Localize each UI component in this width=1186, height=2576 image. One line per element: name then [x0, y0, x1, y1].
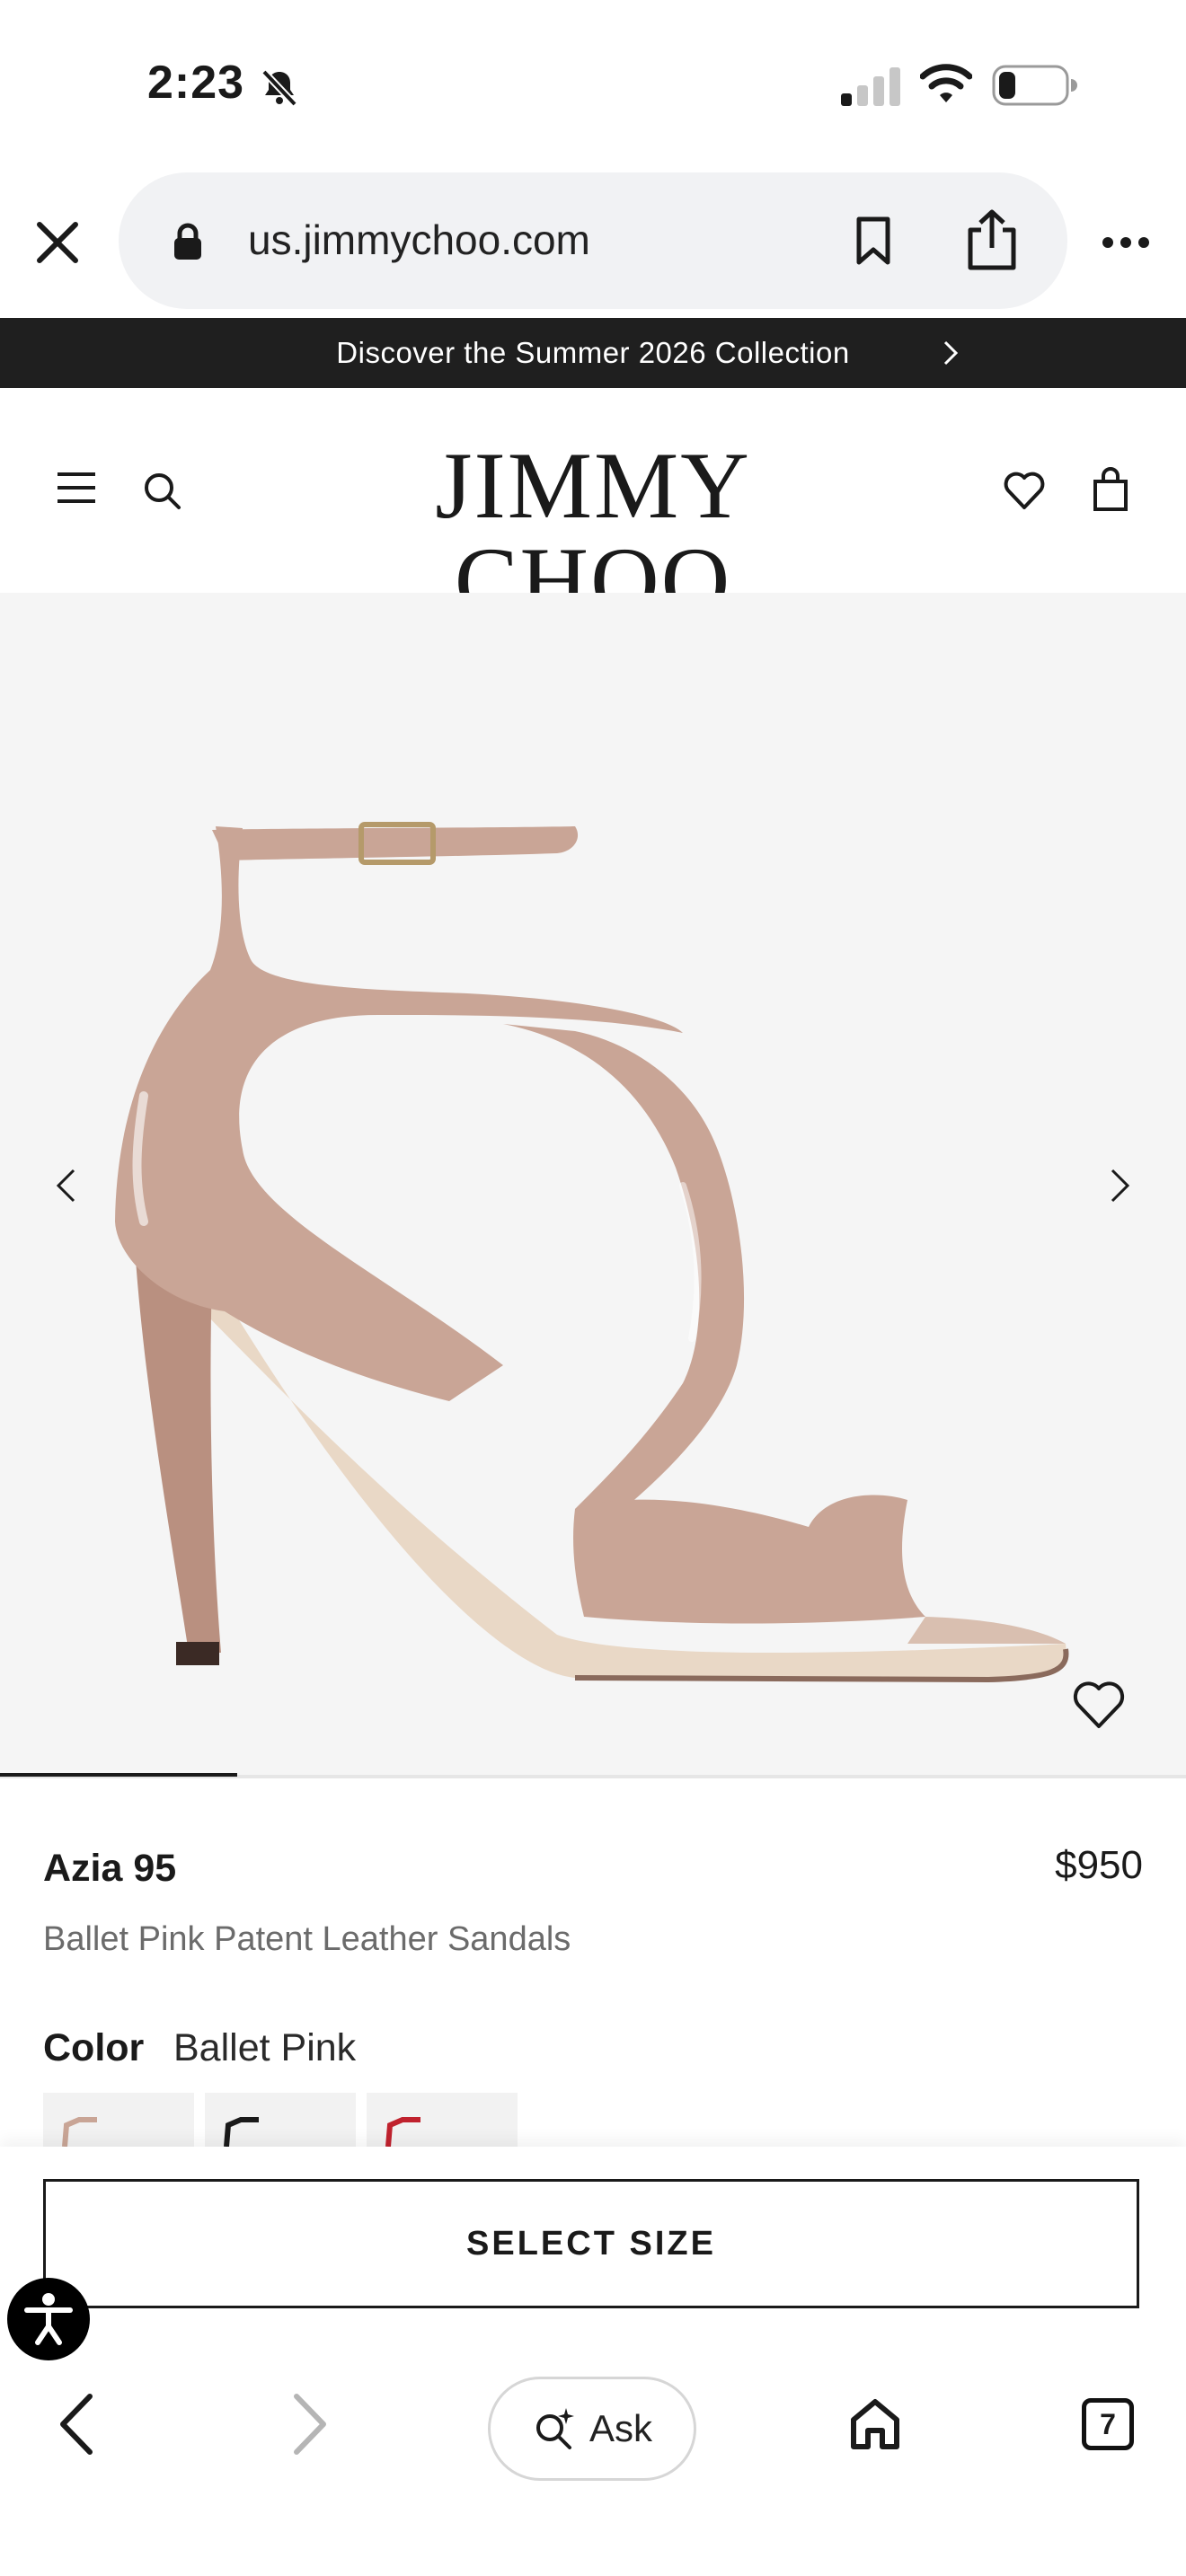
swatch-black[interactable]	[205, 2093, 356, 2147]
color-label: Color	[43, 2026, 145, 2069]
next-image-icon[interactable]	[1109, 1168, 1132, 1204]
battery-icon	[992, 65, 1077, 106]
swatch-red[interactable]	[367, 2093, 518, 2147]
swatch-red-thumb	[385, 2117, 420, 2147]
product-description: Ballet Pink Patent Leather Sandals	[43, 1920, 571, 1958]
chevron-right-icon	[943, 340, 959, 366]
back-icon[interactable]	[56, 2393, 95, 2456]
select-size-button[interactable]: SELECT SIZE	[43, 2179, 1139, 2308]
search-icon[interactable]	[142, 471, 181, 510]
product-image	[115, 822, 1069, 1683]
previous-image-icon[interactable]	[54, 1168, 77, 1204]
status-time: 2:23	[147, 57, 245, 109]
ask-label: Ask	[589, 2407, 652, 2449]
wishlist-icon[interactable]	[1003, 471, 1046, 510]
product-name: Azia 95	[43, 1847, 177, 1890]
home-icon[interactable]	[848, 2396, 902, 2452]
more-options-icon[interactable]	[1102, 234, 1150, 251]
sparkle-search-icon	[535, 2408, 574, 2449]
ask-button[interactable]: Ask	[488, 2377, 696, 2481]
tabs-button[interactable]: 7	[1082, 2398, 1134, 2450]
add-to-wishlist-icon[interactable]	[1071, 1680, 1127, 1730]
wifi-icon	[920, 64, 972, 102]
color-value: Ballet Pink	[173, 2026, 357, 2069]
product-price: $950	[1055, 1843, 1143, 1887]
forward-icon[interactable]	[291, 2393, 331, 2456]
cellular-signal-icon	[841, 67, 900, 106]
swatch-ballet-pink[interactable]	[43, 2093, 194, 2147]
url-text[interactable]: us.jimmychoo.com	[248, 216, 590, 264]
promo-banner[interactable]: Discover the Summer 2026 Collection	[0, 318, 1186, 388]
accessibility-button[interactable]	[7, 2278, 90, 2360]
promo-text: Discover the Summer 2026 Collection	[336, 336, 850, 369]
accessibility-icon	[24, 2293, 73, 2345]
shopping-bag-icon[interactable]	[1093, 467, 1128, 512]
close-tab-icon[interactable]	[34, 219, 81, 266]
bookmark-icon[interactable]	[854, 216, 893, 266]
lock-icon	[174, 223, 201, 260]
swatch-black-thumb	[224, 2117, 259, 2147]
bell-muted-icon	[261, 69, 297, 107]
gallery-progress	[0, 1773, 237, 1777]
swatch-ballet-pink-thumb	[62, 2117, 97, 2147]
share-icon[interactable]	[963, 208, 1021, 271]
menu-icon[interactable]	[56, 471, 97, 505]
